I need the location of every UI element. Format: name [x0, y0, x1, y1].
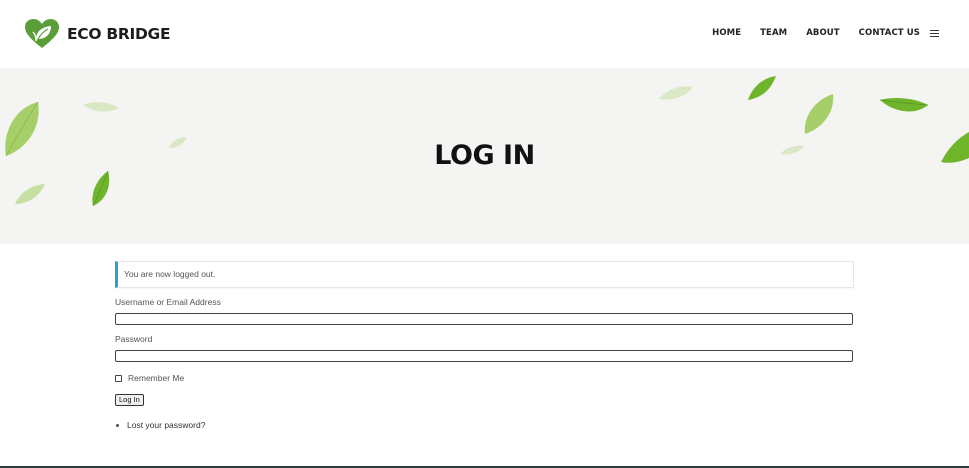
hamburger-menu-icon[interactable]: [930, 29, 939, 37]
brand-name: ECO BRIDGE: [67, 25, 171, 43]
nav-item-contact-us[interactable]: CONTACT US: [859, 28, 920, 38]
hero-banner: LOG IN: [0, 68, 969, 244]
heart-leaf-logo-icon: [25, 19, 59, 48]
nav-item-team[interactable]: TEAM: [760, 28, 787, 38]
main-nav: HOME TEAM ABOUT CONTACT US: [712, 28, 939, 38]
leaf-icon: [804, 94, 834, 134]
remember-me-row: Remember Me: [115, 373, 854, 383]
site-header: ECO BRIDGE HOME TEAM ABOUT CONTACT US: [0, 0, 969, 68]
username-label: Username or Email Address: [115, 297, 221, 307]
page: ECO BRIDGE HOME TEAM ABOUT CONTACT US LO…: [0, 0, 969, 468]
form-links: Lost your password?: [115, 420, 854, 430]
login-form: You are now logged out. Username or Emai…: [115, 261, 854, 430]
password-input[interactable]: [115, 350, 853, 362]
leaf-icon: [83, 102, 119, 112]
leaf-icon: [15, 184, 45, 204]
username-input[interactable]: [115, 313, 853, 325]
page-title: LOG IN: [434, 140, 535, 171]
leaf-icon: [92, 170, 110, 207]
leaf-icon: [748, 76, 776, 100]
nav-item-about[interactable]: ABOUT: [806, 28, 839, 38]
site-logo[interactable]: ECO BRIDGE: [24, 18, 171, 50]
logout-notice: You are now logged out.: [115, 261, 854, 288]
remember-me-checkbox[interactable]: [115, 374, 122, 382]
bullet-icon: [116, 423, 119, 427]
remember-me-label[interactable]: Remember Me: [128, 373, 184, 383]
password-label: Password: [115, 334, 153, 344]
log-in-button[interactable]: Log In: [115, 394, 144, 406]
lost-password-link[interactable]: Lost your password?: [127, 420, 205, 430]
leaf-icon: [879, 97, 929, 112]
leaf-icon: [659, 86, 693, 100]
nav-item-home[interactable]: HOME: [712, 28, 741, 38]
